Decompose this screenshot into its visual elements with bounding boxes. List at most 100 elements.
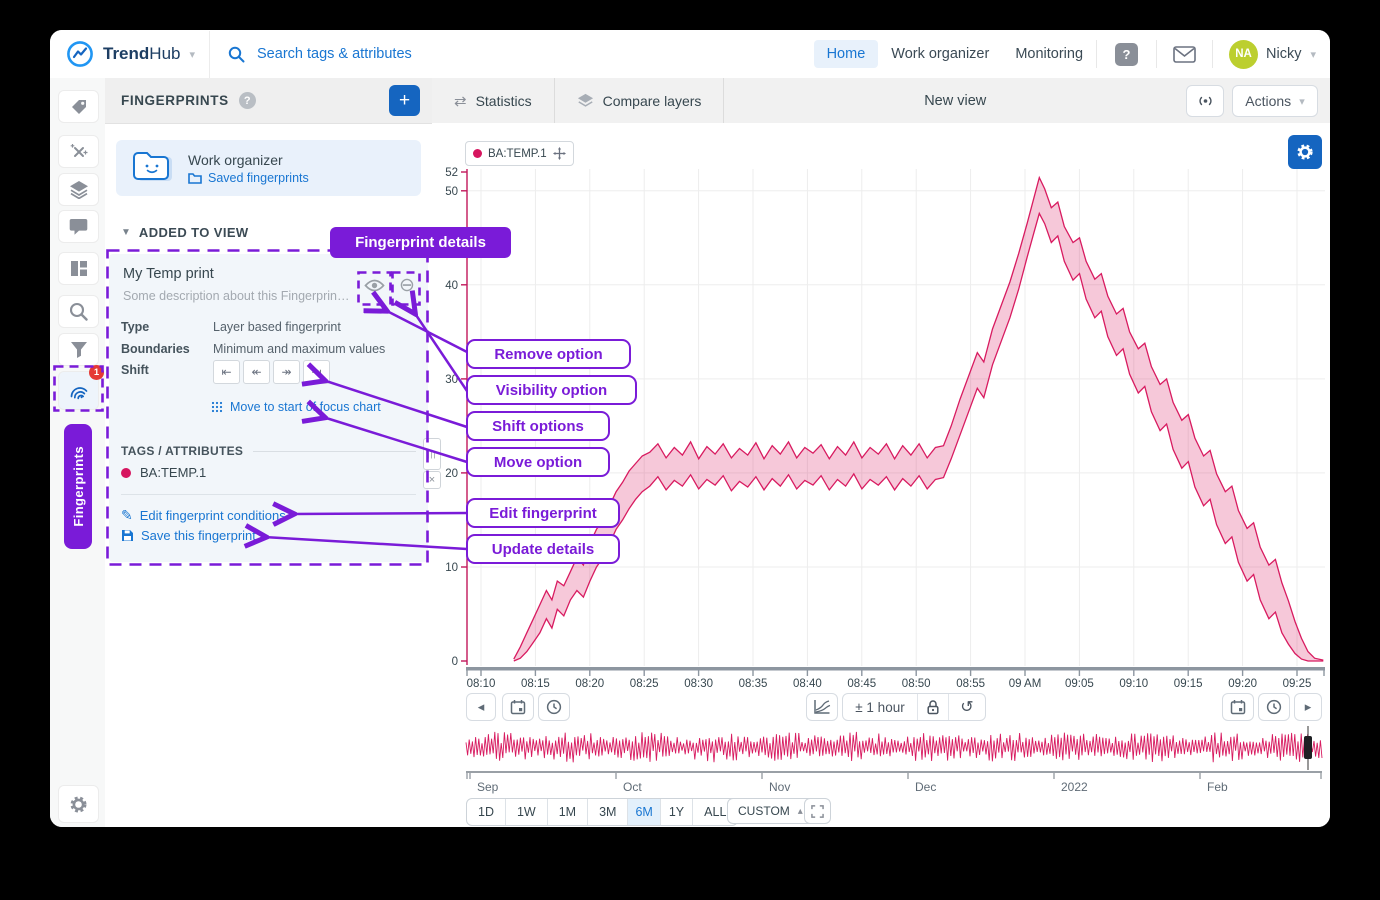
step-forward-button[interactable]: ▸ <box>1294 693 1322 721</box>
zoom-1w-button[interactable]: 1W <box>506 799 548 825</box>
month-axis: SepOctNovDec2022Feb <box>432 770 1330 796</box>
panel-resize-handle[interactable]: ||| <box>423 438 441 470</box>
calendar-end-button[interactable] <box>1222 693 1254 721</box>
app-logo[interactable]: TrendHub ▾ <box>50 40 209 68</box>
panel-close-icon[interactable]: × <box>423 471 441 489</box>
context-wave[interactable] <box>432 726 1330 770</box>
chart-canvas[interactable]: 010203040505208:1008:1508:2008:2508:3008… <box>432 123 1330 690</box>
context-series <box>466 732 1322 762</box>
fingerprint-icon[interactable]: 1 <box>58 371 99 410</box>
panel-title: FINGERPRINTS <box>121 93 229 108</box>
clock-start-button[interactable] <box>538 693 570 721</box>
type-value: Layer based fingerprint <box>213 320 341 334</box>
broadcast-button[interactable] <box>1186 85 1224 117</box>
boundaries-label: Boundaries <box>121 342 190 356</box>
actions-chevron-down-icon: ▾ <box>1299 95 1305 108</box>
svg-text:09:15: 09:15 <box>1174 678 1203 690</box>
annotation-title: Fingerprint details <box>330 227 511 258</box>
work-organizer-card[interactable]: Work organizer Saved fingerprints <box>116 140 421 196</box>
zoom-1y-button[interactable]: 1Y <box>661 799 693 825</box>
annotation-edit-fingerprint: Edit fingerprint <box>466 498 620 528</box>
nav-item-monitoring[interactable]: Monitoring <box>1002 40 1096 68</box>
nav-divider <box>1096 40 1097 68</box>
shift-right-icon[interactable]: ↠ <box>273 360 300 384</box>
zoom-1m-button[interactable]: 1M <box>548 799 588 825</box>
calendar-start-button[interactable] <box>502 693 534 721</box>
layers-icon[interactable] <box>58 173 99 206</box>
shift-far-left-icon[interactable]: ⇤ <box>213 360 240 384</box>
nav-item-home[interactable]: Home <box>814 40 879 68</box>
avatar[interactable]: NA <box>1229 40 1258 69</box>
search-icon <box>228 46 245 63</box>
remove-minus-icon[interactable]: ⊖ <box>395 272 419 298</box>
clock-end-button[interactable] <box>1258 693 1290 721</box>
user-chevron-down-icon[interactable]: ▾ <box>1310 48 1316 61</box>
swap-arrows-icon: ⇄ <box>454 92 467 110</box>
trendhub-logo-icon <box>66 40 94 68</box>
panel-help-icon[interactable]: ? <box>239 92 256 109</box>
search-input[interactable] <box>255 45 559 63</box>
sparkles-icon[interactable] <box>58 135 99 168</box>
history-icon[interactable]: ↺ <box>948 694 985 720</box>
tags-icon[interactable] <box>58 90 99 123</box>
focus-chart[interactable]: 010203040505208:1008:1508:2008:2508:3008… <box>432 123 1330 690</box>
filter-icon[interactable] <box>58 333 99 366</box>
context-slider-handle[interactable] <box>1304 726 1312 770</box>
svg-text:09:10: 09:10 <box>1119 678 1148 690</box>
context-time-axis: SepOctNovDec2022Feb <box>432 770 1330 796</box>
tab-compare-layers[interactable]: Compare layers <box>555 78 725 123</box>
zoom-3m-button[interactable]: 3M <box>588 799 628 825</box>
series-chip[interactable]: BA:TEMP.1 <box>465 141 574 166</box>
saved-fingerprints-link[interactable]: Saved fingerprints <box>188 171 309 185</box>
annotation-update-details: Update details <box>466 534 620 564</box>
type-label: Type <box>121 320 149 334</box>
move-cross-icon[interactable] <box>553 147 566 160</box>
fingerprint-name: My Temp print <box>123 266 214 282</box>
app-title: TrendHub <box>103 44 180 64</box>
visibility-eye-icon[interactable] <box>360 272 388 298</box>
fingerprint-description: Some description about this Fingerprint … <box>123 289 351 303</box>
mail-icon[interactable] <box>1173 46 1196 63</box>
user-name[interactable]: Nicky <box>1266 46 1301 62</box>
chart-settings-gear-icon[interactable] <box>1288 135 1322 169</box>
comment-icon[interactable] <box>58 210 99 243</box>
edit-fingerprint-conditions-link[interactable]: ✎ Edit fingerprint conditions <box>121 507 286 524</box>
custom-range-button[interactable]: CUSTOM ▴ <box>727 798 814 824</box>
save-fingerprint-link[interactable]: Save this fingerprint <box>121 528 256 543</box>
svg-text:08:45: 08:45 <box>847 678 876 690</box>
search-tool-icon[interactable] <box>58 295 99 328</box>
move-to-start-link[interactable]: Move to start of focus chart <box>211 400 381 414</box>
shift-left-icon[interactable]: ↞ <box>243 360 270 384</box>
svg-text:40: 40 <box>445 280 458 292</box>
tag-row[interactable]: BA:TEMP.1 <box>121 465 206 480</box>
nav-item-work-organizer[interactable]: Work organizer <box>878 40 1002 68</box>
nav-right: Home Work organizer Monitoring ? NA Nick… <box>814 40 1330 69</box>
folder-illustration-icon <box>130 149 176 187</box>
fingerprint-band-series[interactable] <box>514 178 1324 661</box>
settings-gear-icon[interactable] <box>58 785 99 823</box>
zoom-1d-button[interactable]: 1D <box>467 799 506 825</box>
zoom-6m-button[interactable]: 6M <box>628 799 660 825</box>
logo-chevron-down-icon[interactable]: ▾ <box>189 48 195 61</box>
lock-icon[interactable] <box>917 694 948 720</box>
svg-text:52: 52 <box>445 167 458 179</box>
add-fingerprint-button[interactable]: + <box>389 85 420 116</box>
view-tabbar: ⇄ Statistics Compare layers New view Act… <box>432 78 1330 124</box>
duration-group: ± 1 hour ↺ <box>842 693 986 721</box>
chart-scale-button[interactable] <box>806 693 838 721</box>
icon-rail: 1 Fingerprints <box>50 78 106 827</box>
step-back-button[interactable]: ◂ <box>466 693 496 721</box>
expand-icon[interactable] <box>804 798 831 824</box>
nav-divider <box>1156 40 1157 68</box>
actions-button[interactable]: Actions ▾ <box>1232 85 1318 117</box>
fingerprints-panel-tab[interactable]: Fingerprints <box>64 424 92 549</box>
shift-far-right-icon[interactable]: ⇥ <box>303 360 330 384</box>
help-icon[interactable]: ? <box>1115 43 1138 66</box>
boundaries-value: Minimum and maximum values <box>213 342 385 356</box>
added-to-view-section[interactable]: ▼ ADDED TO VIEW <box>121 225 249 240</box>
dashboard-icon[interactable] <box>58 252 99 285</box>
tab-statistics[interactable]: ⇄ Statistics <box>432 78 555 123</box>
duration-button[interactable]: ± 1 hour <box>843 694 917 720</box>
context-chart[interactable] <box>432 726 1330 770</box>
work-card-title: Work organizer <box>188 152 309 168</box>
